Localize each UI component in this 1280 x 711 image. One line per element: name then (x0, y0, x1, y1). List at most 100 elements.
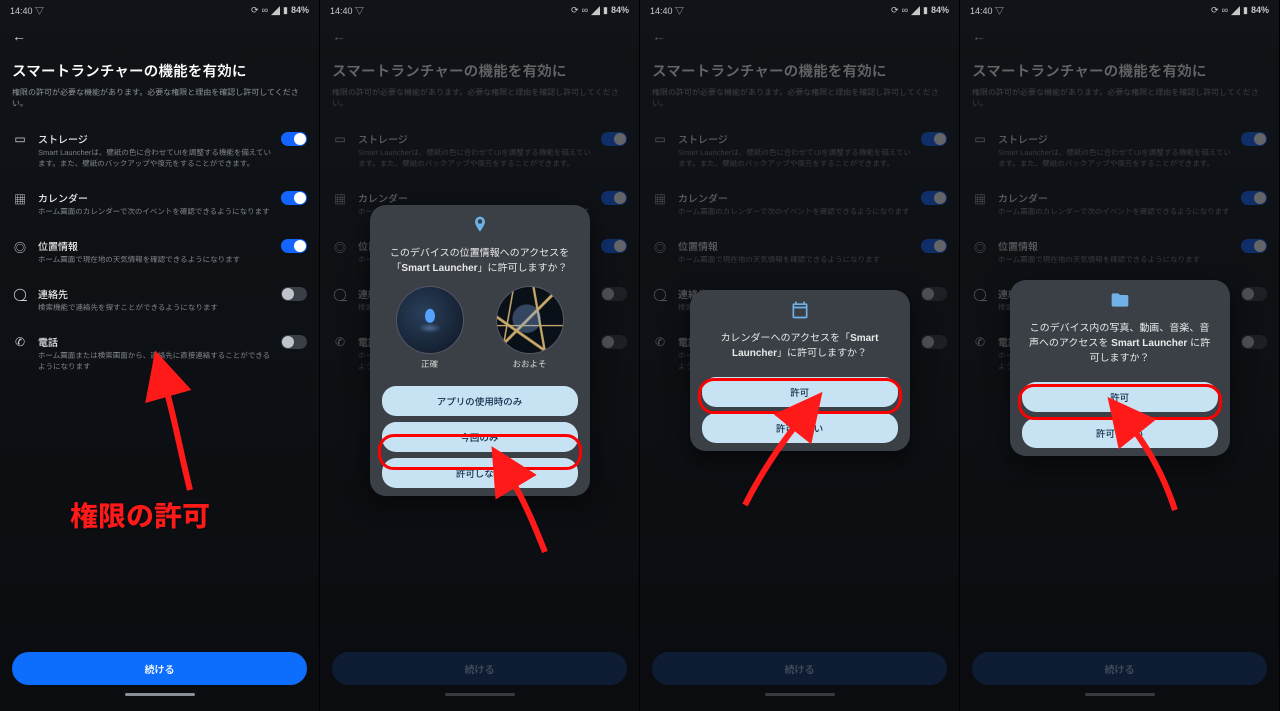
perm-location[interactable]: ◎ 位置情報 ホーム画面で現在地の天気情報を確認できるようになります (8, 230, 311, 278)
page-subtitle: 権限の許可が必要な機能があります。必要な権限と理由を確認し許可してください。 (972, 87, 1267, 109)
perm-phone-toggle[interactable] (281, 335, 307, 349)
screen-3-calendar-dialog: 14:40 ▽ ⟳∞◢▮84% ← スマートランチャーの機能を有効に 権限の許可… (640, 0, 960, 711)
back-button[interactable]: ← (652, 28, 666, 44)
perm-desc: Smart Launcherは、壁紙の色に合わせてUIを調整する機能を備えていま… (358, 148, 591, 170)
gesture-bar[interactable] (972, 691, 1267, 697)
page-title: スマートランチャーの機能を有効に (652, 60, 947, 81)
phone-icon: ✆ (972, 334, 988, 349)
continue-button[interactable]: 続ける (972, 652, 1267, 685)
perm-calendar-toggle[interactable] (281, 191, 307, 205)
person-icon: ◯̲ (12, 286, 28, 301)
perm-title: ストレージ (678, 131, 911, 146)
perm-title: 位置情報 (678, 238, 911, 253)
perm-desc: ホーム画面で現在地の天気情報を確認できるようになります (998, 255, 1231, 266)
back-button[interactable]: ← (972, 28, 986, 44)
dialog-title: カレンダーへのアクセスを「Smart Launcher」に許可しますか？ (690, 325, 910, 371)
dialog-app-name: Smart Launcher (401, 263, 477, 274)
deny-button[interactable]: 許可しない (702, 413, 898, 443)
perm-title: カレンダー (678, 190, 911, 205)
perm-contacts-toggle[interactable] (281, 287, 307, 301)
perm-location-toggle[interactable] (601, 239, 627, 253)
perm-desc: 検索機能で連絡先を探すことができるようになります (38, 303, 271, 314)
folder-icon: ▭ (972, 131, 988, 146)
battery-percent: 84% (1251, 5, 1269, 15)
perm-calendar[interactable]: ▦ カレンダー ホーム画面のカレンダーで次のイベントを確認できるようになります (8, 182, 311, 230)
screen-2-location-dialog: 14:40 ▽ ⟳∞◢▮84% ← スマートランチャーの機能を有効に 権限の許可… (320, 0, 640, 711)
perm-desc: ホーム画面のカレンダーで次のイベントを確認できるようになります (998, 207, 1231, 218)
perm-title: カレンダー (358, 190, 591, 205)
allow-button[interactable]: 許可 (1022, 382, 1218, 412)
dialog-title-post: 」に許可しますか？ (478, 263, 568, 274)
perm-location-toggle[interactable] (281, 239, 307, 253)
perm-title: ストレージ (998, 131, 1231, 146)
perm-calendar-toggle[interactable] (601, 191, 627, 205)
page-title: スマートランチャーの機能を有効に (12, 60, 307, 81)
perm-location-toggle[interactable] (1241, 239, 1267, 253)
gesture-bar[interactable] (652, 691, 947, 697)
gesture-bar[interactable] (332, 691, 627, 697)
phone-icon: ✆ (332, 334, 348, 349)
perm-storage[interactable]: ▭ ストレージ Smart Launcherは、壁紙の色に合わせてUIを調整する… (8, 123, 311, 182)
phone-icon: ✆ (12, 334, 28, 349)
deny-button[interactable]: 許可しない (382, 458, 578, 488)
wifi-icon: ∞ (902, 5, 908, 15)
person-icon: ◯̲ (652, 286, 668, 301)
perm-phone-toggle[interactable] (921, 335, 947, 349)
perm-phone-toggle[interactable] (601, 335, 627, 349)
location-precise-option[interactable] (396, 286, 464, 354)
perm-storage-toggle[interactable] (281, 132, 307, 146)
back-button[interactable]: ← (332, 28, 346, 44)
phone-icon: ✆ (652, 334, 668, 349)
perm-storage-toggle[interactable] (1241, 132, 1267, 146)
perm-calendar-toggle[interactable] (1241, 191, 1267, 205)
wifi-icon: ∞ (582, 5, 588, 15)
perm-desc: ホーム画面で現在地の天気情報を確認できるようになります (678, 255, 911, 266)
perm-title: カレンダー (38, 190, 271, 205)
perm-contacts-toggle[interactable] (1241, 287, 1267, 301)
calendar-icon: ▦ (12, 190, 28, 208)
continue-button[interactable]: 続ける (332, 652, 627, 685)
folder-icon: ▭ (652, 131, 668, 146)
perm-phone-toggle[interactable] (1241, 335, 1267, 349)
perm-contacts-toggle[interactable] (601, 287, 627, 301)
perm-contacts[interactable]: ◯̲ 連絡先 検索機能で連絡先を探すことができるようになります (8, 278, 311, 326)
allow-while-using-button[interactable]: アプリの使用時のみ (382, 386, 578, 416)
perm-contacts-toggle[interactable] (921, 287, 947, 301)
status-bar: 14:40 ▽ ⟳∞◢▮84% (960, 0, 1279, 20)
allow-once-button[interactable]: 今回のみ (382, 422, 578, 452)
person-icon: ◯̲ (332, 286, 348, 301)
page-title: スマートランチャーの機能を有効に (972, 60, 1267, 81)
location-approx-option[interactable] (496, 286, 564, 354)
shield-icon: ▽ (993, 6, 1005, 16)
perm-phone[interactable]: ✆ 電話 ホーム画面または検索画面から、連絡先に直接連絡することができるようにな… (8, 326, 311, 385)
perm-title: カレンダー (998, 190, 1231, 205)
dialog-title-post: 」に許可しますか？ (777, 348, 867, 359)
perm-storage-toggle[interactable] (601, 132, 627, 146)
back-button[interactable]: ← (12, 28, 26, 44)
shield-icon: ▽ (35, 6, 44, 16)
status-bar: 14:40 ▽ ⟳ ∞ ◢ ▮ 84% (0, 0, 319, 20)
approx-label: おおよそ (496, 358, 564, 370)
allow-button[interactable]: 許可 (702, 377, 898, 407)
perm-desc: ホーム画面のカレンダーで次のイベントを確認できるようになります (678, 207, 911, 218)
calendar-dialog-icon (690, 300, 910, 325)
continue-button[interactable]: 続ける (12, 652, 307, 685)
gesture-bar[interactable] (12, 691, 307, 697)
perm-calendar-toggle[interactable] (921, 191, 947, 205)
continue-button[interactable]: 続ける (652, 652, 947, 685)
location-icon: ◎ (972, 238, 988, 256)
deny-button[interactable]: 許可しない (1022, 418, 1218, 448)
sync-icon: ⟳ (1211, 5, 1219, 16)
screen-1-permissions-list: 14:40 ▽ ⟳ ∞ ◢ ▮ 84% ← スマートランチャーの機能を有効に 権… (0, 0, 320, 711)
shield-icon: ▽ (353, 6, 365, 16)
signal-icon: ◢ (271, 4, 280, 17)
perm-desc: ホーム画面または検索画面から、連絡先に直接連絡することができるようになります (38, 351, 271, 373)
perm-location-toggle[interactable] (921, 239, 947, 253)
perm-storage-toggle[interactable] (921, 132, 947, 146)
location-icon: ◎ (332, 238, 348, 256)
signal-icon: ◢ (591, 4, 600, 17)
shield-icon: ▽ (673, 6, 685, 16)
sync-icon: ⟳ (571, 5, 579, 16)
perm-desc: Smart Launcherは、壁紙の色に合わせてUIを調整する機能を備えていま… (678, 148, 911, 170)
dialog-title-pre: カレンダーへのアクセスを「 (721, 333, 851, 344)
